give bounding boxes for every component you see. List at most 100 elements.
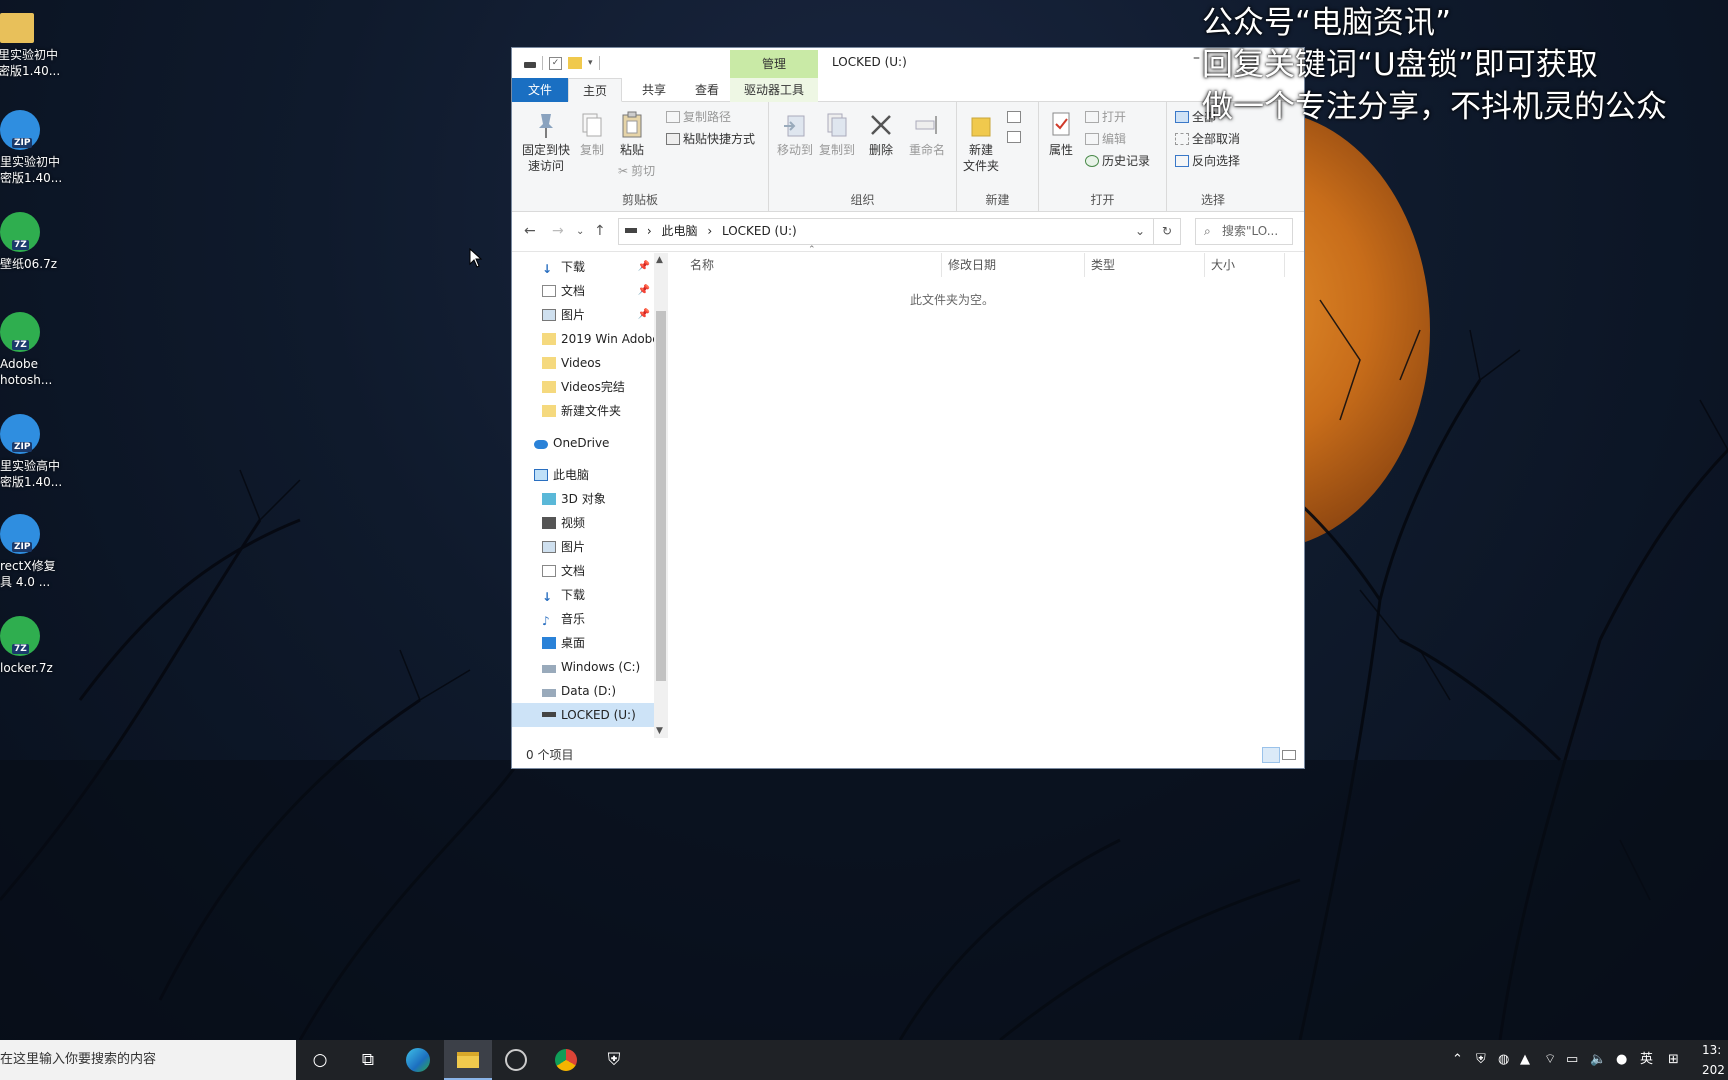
chevron-up-icon[interactable]: ⌃: [1452, 1040, 1463, 1080]
nav-item-music[interactable]: ♪ 音乐: [512, 607, 654, 631]
volume-mute-icon[interactable]: 🔈: [1590, 1040, 1606, 1080]
nav-item-pictures-pinned[interactable]: 图片 📌: [512, 303, 654, 327]
select-none-button[interactable]: 全部取消: [1175, 130, 1240, 148]
network-icon[interactable]: ⌔: [1544, 1040, 1556, 1080]
tab-file[interactable]: 文件: [512, 78, 568, 102]
nav-scrollbar[interactable]: ▲ ▼: [654, 253, 668, 738]
column-header-modified[interactable]: 修改日期: [942, 253, 1085, 277]
paste-button[interactable]: 粘贴: [614, 110, 650, 158]
recent-locations-icon[interactable]: ⌄: [576, 226, 584, 237]
nav-item-3d-objects[interactable]: 3D 对象: [512, 487, 654, 511]
easy-access-button[interactable]: [1007, 128, 1024, 146]
wechat-icon[interactable]: ●: [1616, 1040, 1627, 1080]
desktop-icon-folder[interactable]: 里实验初中 密版1.40...: [0, 8, 60, 79]
pin-icon[interactable]: 📌: [638, 255, 650, 279]
title-bar[interactable]: ✓ ▾ 管理 LOCKED (U:) –: [512, 48, 1304, 78]
nav-item-drive-c[interactable]: Windows (C:): [512, 655, 654, 679]
new-folder-button[interactable]: 新建 文件夹: [961, 110, 1001, 174]
details-view-icon[interactable]: [1262, 747, 1280, 763]
keyboard-icon[interactable]: ⊞: [1668, 1040, 1679, 1080]
history-icon: [1085, 155, 1099, 167]
copy-button[interactable]: 复制: [574, 110, 610, 158]
address-input[interactable]: › 此电脑 › LOCKED (U:) ⌄: [618, 218, 1154, 245]
up-arrow-icon[interactable]: ↑: [594, 223, 606, 239]
breadcrumb-locked-drive[interactable]: LOCKED (U:): [722, 224, 797, 238]
breadcrumb-this-pc[interactable]: 此电脑: [661, 224, 697, 238]
nav-item-pictures[interactable]: 图片: [512, 535, 654, 559]
manage-context-tab[interactable]: 管理: [730, 50, 818, 78]
obs-studio-icon[interactable]: [492, 1040, 540, 1080]
forward-arrow-icon[interactable]: →: [552, 223, 564, 239]
nav-item-drive-d[interactable]: Data (D:): [512, 679, 654, 703]
tab-view[interactable]: 查看: [680, 78, 734, 102]
customize-toolbar-icon[interactable]: ▾: [588, 58, 593, 68]
history-button[interactable]: 历史记录: [1085, 152, 1150, 170]
pin-icon[interactable]: 📌: [638, 303, 650, 327]
large-icons-view-icon[interactable]: [1282, 750, 1296, 760]
nav-item-videos[interactable]: 视频: [512, 511, 654, 535]
nav-item-desktop[interactable]: 桌面: [512, 631, 654, 655]
refresh-button[interactable]: ↻: [1154, 218, 1181, 245]
app-tray-icon[interactable]: ▲: [1520, 1040, 1530, 1080]
nav-item-folder-adobe[interactable]: 2019 Win Adobe: [512, 327, 654, 351]
cortana-icon[interactable]: ○: [296, 1040, 344, 1080]
edge-browser-icon[interactable]: [394, 1040, 442, 1080]
back-arrow-icon[interactable]: ←: [524, 223, 536, 239]
cut-button[interactable]: ✂ 剪切: [618, 162, 655, 180]
desktop-icon-7z-3[interactable]: 7Z locker.7z: [0, 616, 60, 676]
copy-path-button[interactable]: 复制路径: [666, 108, 731, 126]
clock-date[interactable]: 202: [1702, 1050, 1725, 1080]
invert-selection-button[interactable]: 反向选择: [1175, 152, 1240, 170]
file-explorer-taskbar-icon[interactable]: [444, 1040, 492, 1080]
desktop-icon-zip-3[interactable]: ZIP rectX修复 具 4.0 ...: [0, 514, 60, 590]
nav-item-documents-pinned[interactable]: 文档 📌: [512, 279, 654, 303]
tab-home[interactable]: 主页: [568, 78, 622, 102]
desktop-icon-zip-2[interactable]: ZIP 里实验高中 密版1.40...: [0, 414, 62, 490]
copy-to-button[interactable]: 复制到: [817, 110, 857, 158]
input-language[interactable]: 英: [1640, 1040, 1653, 1080]
edit-button[interactable]: 编辑: [1085, 130, 1126, 148]
new-folder-icon[interactable]: [568, 57, 582, 69]
nav-item-this-pc[interactable]: 此电脑: [512, 463, 654, 487]
battery-icon[interactable]: ▭: [1566, 1040, 1578, 1080]
chevron-up-icon[interactable]: ▲: [656, 255, 663, 265]
chevron-down-icon[interactable]: ▼: [656, 726, 663, 736]
column-header-name[interactable]: 名称: [672, 253, 942, 277]
nav-item-folder-videos-done[interactable]: Videos完结: [512, 375, 654, 399]
tab-drive-tools[interactable]: 驱动器工具: [730, 78, 818, 102]
nav-item-locked-drive[interactable]: LOCKED (U:): [512, 703, 654, 727]
desktop-icon-zip-1[interactable]: ZIP 里实验初中 密版1.40...: [0, 110, 62, 186]
scrollbar-thumb[interactable]: [656, 311, 666, 681]
nav-item-downloads[interactable]: ↓ 下载: [512, 583, 654, 607]
column-header-size[interactable]: 大小: [1205, 253, 1285, 277]
pin-to-quick-access-button[interactable]: 固定到快 速访问: [518, 110, 574, 174]
minimize-icon[interactable]: –: [1193, 50, 1200, 66]
nav-item-folder-videos[interactable]: Videos: [512, 351, 654, 375]
properties-button[interactable]: 属性: [1043, 110, 1079, 158]
task-view-icon[interactable]: ⧉: [344, 1040, 392, 1080]
chevron-down-icon[interactable]: ⌄: [1135, 219, 1145, 244]
tab-share[interactable]: 共享: [627, 78, 681, 102]
security-shield-icon[interactable]: ⛨: [590, 1040, 638, 1080]
security-tray-icon[interactable]: ⛨: [1476, 1040, 1486, 1080]
pin-icon[interactable]: 📌: [638, 279, 650, 303]
desktop-icon-7z-2[interactable]: 7Z Adobe hotosh...: [0, 312, 60, 388]
nav-item-downloads-pinned[interactable]: ↓ 下载 📌: [512, 255, 654, 279]
desktop-icon-7z-1[interactable]: 7Z 壁纸06.7z: [0, 212, 60, 272]
paste-shortcut-button[interactable]: 粘贴快捷方式: [666, 130, 755, 148]
nav-item-documents[interactable]: 文档: [512, 559, 654, 583]
new-item-button[interactable]: [1007, 108, 1024, 126]
nav-item-onedrive[interactable]: OneDrive: [512, 431, 654, 455]
taskbar-search-input[interactable]: 在这里输入你要搜索的内容: [0, 1040, 296, 1080]
move-to-button[interactable]: 移动到: [775, 110, 815, 158]
properties-check-icon[interactable]: ✓: [549, 56, 562, 70]
delete-button[interactable]: 删除: [865, 110, 897, 158]
open-button[interactable]: 打开: [1085, 108, 1126, 126]
chrome-browser-icon[interactable]: [542, 1040, 590, 1080]
obs-tray-icon[interactable]: ◍: [1498, 1040, 1509, 1080]
column-header-type[interactable]: 类型: [1085, 253, 1205, 277]
rename-button[interactable]: 重命名: [905, 110, 949, 158]
file-list-pane[interactable]: ⌃ 名称 修改日期 类型 大小 此文件夹为空。: [672, 245, 1304, 738]
nav-item-folder-new[interactable]: 新建文件夹: [512, 399, 654, 423]
search-input[interactable]: ⌕ 搜索"LO...: [1195, 218, 1293, 245]
